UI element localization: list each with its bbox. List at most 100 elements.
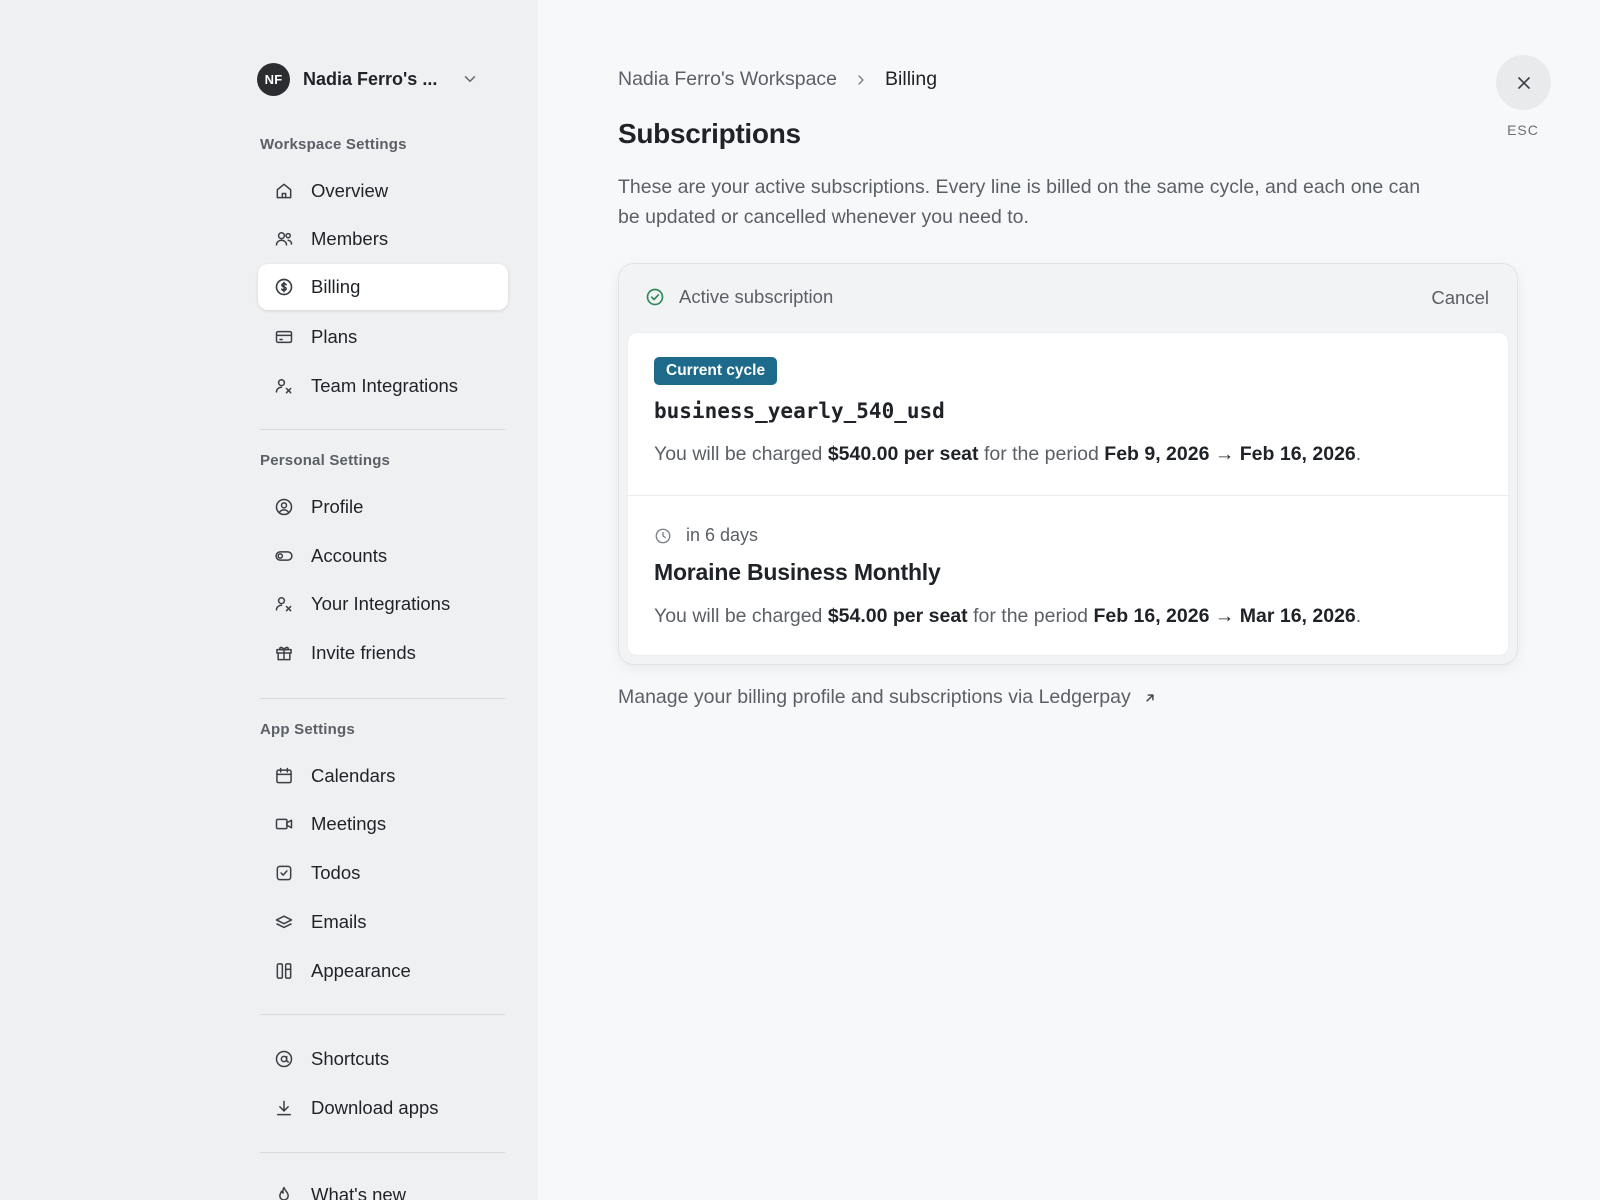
sidebar-item-label: Members [311, 228, 389, 249]
breadcrumb: Nadia Ferro's Workspace Billing [618, 68, 937, 91]
charge-prefix: You will be charged [654, 443, 828, 465]
sidebar-item-label: Emails [311, 911, 367, 932]
sidebar-item-emails[interactable]: Emails [258, 899, 508, 945]
upcoming-charge-period: Feb 16, 2026 → Mar 16, 2026 [1093, 605, 1356, 627]
checkbox-icon [273, 862, 295, 884]
subscription-status: Active subscription [679, 286, 834, 307]
gift-icon [273, 642, 295, 664]
sidebar-item-billing[interactable]: Billing [258, 264, 508, 310]
charge-suffix: . [1355, 443, 1362, 465]
at-sign-icon [273, 1048, 295, 1070]
sidebar-item-members[interactable]: Members [258, 216, 508, 262]
divider [260, 1152, 505, 1153]
calendar-icon [273, 765, 295, 787]
breadcrumb-current: Billing [885, 68, 938, 90]
layers-icon [273, 911, 295, 933]
upcoming-when-text: in 6 days [686, 525, 759, 545]
manage-billing-label: Manage your billing profile and subscrip… [618, 686, 1131, 708]
sidebar-item-label: Invite friends [311, 642, 416, 663]
page-description: These are your active subscriptions. Eve… [618, 176, 1421, 228]
current-charge-period: Feb 9, 2026 → Feb 16, 2026 [1104, 443, 1356, 465]
user-x-icon [273, 593, 295, 615]
subscription-lines: Current cycle business_yearly_540_usd Yo… [627, 332, 1509, 656]
sidebar-item-label: Billing [311, 276, 361, 297]
sidebar-item-whats-new[interactable]: What's new [258, 1172, 508, 1200]
sidebar-item-plans[interactable]: Plans [258, 314, 508, 360]
columns-icon [273, 960, 295, 982]
upcoming-plan-name: Moraine Business Monthly [654, 559, 941, 585]
current-charge-amount: $540.00 per seat [827, 443, 979, 465]
sidebar-item-invite-friends[interactable]: Invite friends [258, 630, 508, 676]
workspace-name: Nadia Ferro's ... [303, 68, 438, 89]
sidebar-item-label: Team Integrations [311, 375, 459, 396]
flame-icon [273, 1184, 295, 1200]
esc-label: ESC [1507, 122, 1539, 138]
users-icon [273, 228, 295, 250]
sidebar-item-profile[interactable]: Profile [258, 484, 508, 530]
chevron-down-icon [464, 76, 476, 82]
upcoming-charge-amount: $54.00 per seat [827, 605, 968, 627]
current-cycle-badge: Current cycle [654, 357, 778, 385]
upcoming-when: in 6 days [654, 525, 758, 546]
sidebar-item-appearance[interactable]: Appearance [258, 948, 508, 994]
sidebar-item-todos[interactable]: Todos [258, 850, 508, 896]
charge-prefix: You will be charged [654, 605, 828, 627]
sidebar-item-label: Overview [311, 180, 389, 201]
upcoming-charge-text: You will be charged $54.00 per seat for … [654, 605, 1361, 628]
workspace-switcher[interactable]: NF Nadia Ferro's ... [257, 62, 489, 96]
divider [260, 1014, 505, 1015]
manage-billing-link[interactable]: Manage your billing profile and subscrip… [618, 686, 1157, 709]
sidebar-item-label: Your Integrations [311, 593, 451, 614]
divider [260, 429, 505, 430]
sidebar-item-label: Plans [311, 326, 358, 347]
user-x-icon [273, 375, 295, 397]
video-icon [273, 813, 295, 835]
sidebar-item-team-integrations[interactable]: Team Integrations [258, 363, 508, 409]
clock-icon [655, 528, 671, 543]
sidebar-item-meetings[interactable]: Meetings [258, 801, 508, 847]
charge-mid: for the period [978, 443, 1105, 465]
section-label-workspace-settings: Workspace Settings [260, 136, 407, 153]
breadcrumb-parent[interactable]: Nadia Ferro's Workspace [618, 68, 837, 91]
sidebar-item-accounts[interactable]: Accounts [258, 533, 508, 579]
credit-card-icon [273, 326, 295, 348]
sidebar-item-label: Shortcuts [311, 1048, 390, 1069]
cancel-button[interactable]: Cancel [1431, 287, 1489, 309]
chevron-right-icon [858, 74, 864, 85]
subscription-header: Active subscription [645, 286, 833, 308]
user-circle-icon [273, 496, 295, 518]
home-icon [273, 180, 295, 202]
divider [260, 698, 505, 699]
sidebar-item-overview[interactable]: Overview [258, 168, 508, 214]
divider [628, 495, 1508, 496]
sidebar-item-label: Appearance [311, 960, 411, 981]
toggle-icon [273, 545, 295, 567]
sidebar-item-label: Meetings [311, 813, 387, 834]
sidebar-item-calendars[interactable]: Calendars [258, 753, 508, 799]
close-icon [1517, 76, 1530, 89]
close-button[interactable] [1496, 55, 1551, 110]
avatar: NF [257, 62, 290, 96]
charge-mid: for the period [967, 605, 1094, 627]
sidebar-item-download-apps[interactable]: Download apps [258, 1085, 508, 1131]
page-title: Subscriptions [618, 118, 801, 149]
charge-suffix: . [1355, 605, 1362, 627]
sidebar-item-shortcuts[interactable]: Shortcuts [258, 1036, 508, 1082]
sidebar-item-label: Download apps [311, 1097, 439, 1118]
sidebar-item-label: Calendars [311, 765, 396, 786]
section-label-personal-settings: Personal Settings [260, 452, 391, 469]
check-circle-icon [646, 288, 664, 306]
sidebar-item-your-integrations[interactable]: Your Integrations [258, 581, 508, 627]
sidebar-item-label: What's new [311, 1184, 407, 1200]
subscription-card: Active subscription Cancel Current cycle… [618, 263, 1518, 665]
download-icon [273, 1097, 295, 1119]
sidebar-item-label: Accounts [311, 545, 388, 566]
dollar-circle-icon [273, 276, 295, 298]
current-plan-code: business_yearly_540_usd [654, 399, 945, 423]
sidebar: NF Nadia Ferro's ... Workspace Settings … [0, 0, 538, 1200]
current-charge-text: You will be charged $540.00 per seat for… [654, 443, 1361, 466]
external-link-icon [1146, 693, 1154, 702]
section-label-app-settings: App Settings [260, 721, 355, 738]
sidebar-item-label: Profile [311, 496, 364, 517]
sidebar-item-label: Todos [311, 862, 361, 883]
